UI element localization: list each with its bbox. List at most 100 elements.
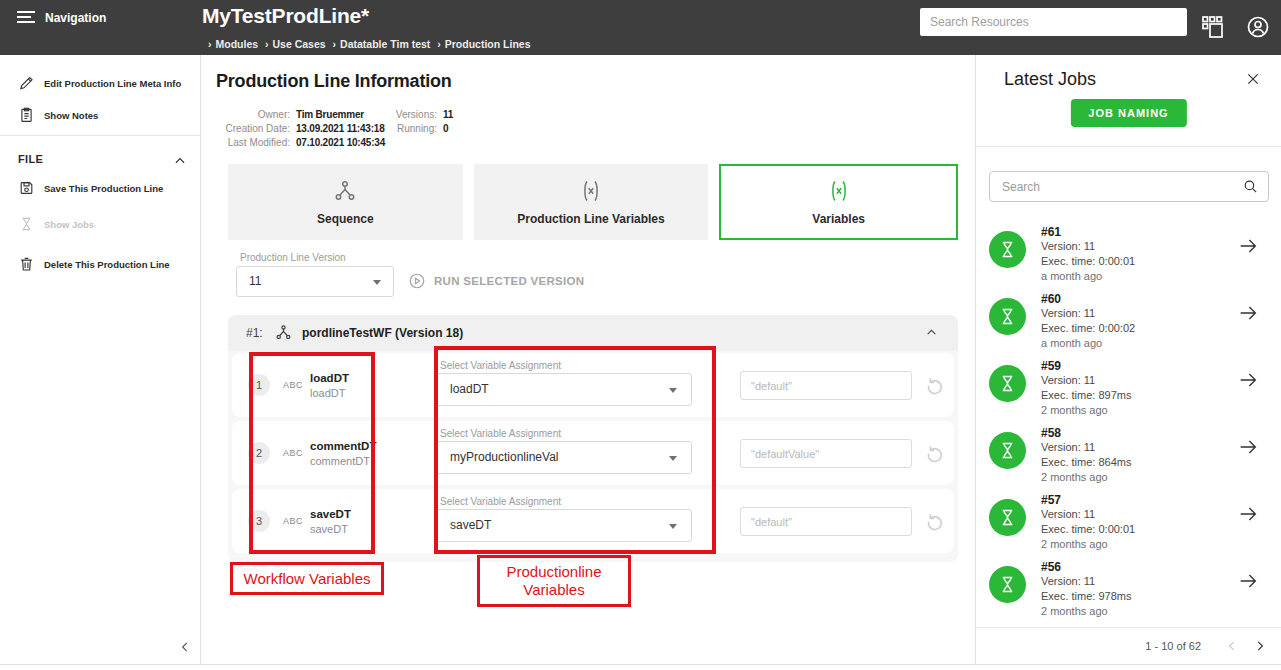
top-bar: Navigation MyTestProdLine* ›Modules ›Use…: [0, 0, 1281, 55]
sidebar-item-save[interactable]: Save This Production Line: [0, 175, 200, 201]
version-select[interactable]: 11: [236, 266, 394, 297]
job-status-hourglass-icon: [989, 566, 1026, 603]
job-exec-time: Exec. time: 864ms: [1041, 456, 1131, 468]
job-exec-time: Exec. time: 897ms: [1041, 389, 1131, 401]
collapse-sidebar-icon[interactable]: [178, 640, 192, 654]
job-status-hourglass-icon: [989, 499, 1026, 536]
notes-icon: [18, 107, 35, 124]
job-version: Version: 11: [1041, 240, 1095, 252]
chevron-left-icon[interactable]: [1225, 639, 1239, 653]
default-value-input[interactable]: [740, 507, 912, 536]
run-selected-version-button[interactable]: RUN SELECTED VERSION: [408, 272, 584, 290]
sidebar-item-edit-meta[interactable]: Edit Production Line Meta Info: [0, 70, 200, 96]
job-exec-time: Exec. time: 0:00:01: [1041, 523, 1135, 535]
close-icon[interactable]: [1245, 71, 1261, 87]
arrow-right-icon[interactable]: [1237, 302, 1259, 324]
sidebar-item-delete[interactable]: Delete This Production Line: [0, 251, 200, 277]
annotation-label-productionline-variables: ProductionlineVariables: [477, 555, 631, 607]
job-timestamp: 2 months ago: [1041, 605, 1108, 617]
undo-icon[interactable]: [924, 374, 946, 396]
sidebar-item-show-notes[interactable]: Show Notes: [0, 102, 200, 128]
jobs-search-input[interactable]: [989, 171, 1269, 202]
job-timestamp: 2 months ago: [1041, 538, 1108, 550]
default-value-input[interactable]: [740, 371, 912, 400]
chevron-up-icon[interactable]: [925, 326, 938, 339]
job-list: #61 Version: 11 Exec. time: 0:00:01 a mo…: [976, 218, 1281, 620]
pencil-icon: [18, 75, 35, 92]
job-timestamp: a month ago: [1041, 270, 1102, 282]
tab-sequence[interactable]: Sequence: [228, 164, 463, 240]
panel-index: #1:: [246, 326, 263, 340]
navigation-label[interactable]: Navigation: [45, 11, 106, 25]
job-timestamp: 2 months ago: [1041, 404, 1108, 416]
left-sidebar: Edit Production Line Meta Info Show Note…: [0, 55, 201, 664]
job-version: Version: 11: [1041, 441, 1095, 453]
account-icon[interactable]: [1245, 14, 1271, 40]
search-icon[interactable]: [1242, 178, 1259, 195]
job-id: #61: [1041, 225, 1061, 239]
job-naming-button[interactable]: JOB NAMING: [1070, 99, 1186, 127]
job-list-item[interactable]: #61 Version: 11 Exec. time: 0:00:01 a mo…: [976, 218, 1281, 285]
job-id: #56: [1041, 560, 1061, 574]
search-resources-input[interactable]: [920, 8, 1187, 36]
job-exec-time: Exec. time: 0:00:02: [1041, 322, 1135, 334]
menu-icon[interactable]: [17, 11, 35, 24]
latest-jobs-title: Latest Jobs: [1004, 69, 1096, 90]
job-list-item[interactable]: #58 Version: 11 Exec. time: 864ms 2 mont…: [976, 419, 1281, 486]
tab-production-line-variables[interactable]: Production Line Variables: [474, 164, 709, 240]
job-version: Version: 11: [1041, 575, 1095, 587]
job-status-hourglass-icon: [989, 365, 1026, 402]
bottom-divider: [0, 664, 1281, 670]
version-select-label: Production Line Version: [240, 252, 346, 263]
job-version: Version: 11: [1041, 508, 1095, 520]
job-id: #60: [1041, 292, 1061, 306]
arrow-right-icon[interactable]: [1237, 503, 1259, 525]
job-status-hourglass-icon: [989, 432, 1026, 469]
annotation-box-workflow-variables: [249, 352, 375, 554]
job-timestamp: a month ago: [1041, 337, 1102, 349]
latest-jobs-panel: Latest Jobs JOB NAMING #61 Version: 11 E…: [975, 55, 1281, 664]
job-id: #58: [1041, 426, 1061, 440]
chevron-right-icon[interactable]: [1253, 639, 1267, 653]
panel-title: pordlineTestWF (Version 18): [302, 326, 463, 340]
job-id: #57: [1041, 493, 1061, 507]
tab-variables[interactable]: Variables: [719, 164, 958, 240]
page-title: MyTestProdLine*: [202, 4, 369, 28]
job-version: Version: 11: [1041, 307, 1095, 319]
job-list-item[interactable]: #57 Version: 11 Exec. time: 0:00:01 2 mo…: [976, 486, 1281, 553]
variables-icon: [578, 178, 604, 204]
sidebar-item-show-jobs[interactable]: Show Jobs: [0, 211, 200, 237]
job-status-hourglass-icon: [989, 298, 1026, 335]
default-value-input[interactable]: [740, 439, 912, 468]
arrow-right-icon[interactable]: [1237, 436, 1259, 458]
job-id: #59: [1041, 359, 1061, 373]
annotation-label-workflow-variables: Workflow Variables: [230, 562, 384, 595]
job-exec-time: Exec. time: 0:00:01: [1041, 255, 1135, 267]
annotation-box-productionline-variables: [434, 346, 716, 554]
job-list-item[interactable]: #56 Version: 11 Exec. time: 978ms 2 mont…: [976, 553, 1281, 620]
save-icon: [18, 180, 35, 197]
job-timestamp: 2 months ago: [1041, 471, 1108, 483]
variables-icon: [826, 178, 852, 204]
view-tabs: Sequence Production Line Variables Varia…: [228, 164, 958, 240]
trash-icon: [18, 256, 35, 273]
meta-info: Owner: Tim Bruemmer Creation Date: 13.09…: [202, 107, 975, 153]
undo-icon[interactable]: [924, 510, 946, 532]
arrow-right-icon[interactable]: [1237, 570, 1259, 592]
workflow-icon: [332, 178, 358, 204]
job-exec-time: Exec. time: 978ms: [1041, 590, 1131, 602]
arrow-right-icon[interactable]: [1237, 369, 1259, 391]
job-list-item[interactable]: #60 Version: 11 Exec. time: 0:00:02 a mo…: [976, 285, 1281, 352]
job-version: Version: 11: [1041, 374, 1095, 386]
file-section-title: FILE: [18, 153, 43, 165]
arrow-right-icon[interactable]: [1237, 235, 1259, 257]
chevron-up-icon[interactable]: [173, 154, 187, 168]
modules-grid-icon[interactable]: [1200, 14, 1226, 40]
workflow-icon: [274, 323, 293, 342]
undo-icon[interactable]: [924, 442, 946, 464]
app: Navigation MyTestProdLine* ›Modules ›Use…: [0, 0, 1281, 670]
chevron-down-icon: [373, 280, 381, 285]
breadcrumb: ›Modules ›Use Cases ›Datatable Tim test …: [204, 38, 531, 50]
job-list-item[interactable]: #59 Version: 11 Exec. time: 897ms 2 mont…: [976, 352, 1281, 419]
job-status-hourglass-icon: [989, 231, 1026, 268]
